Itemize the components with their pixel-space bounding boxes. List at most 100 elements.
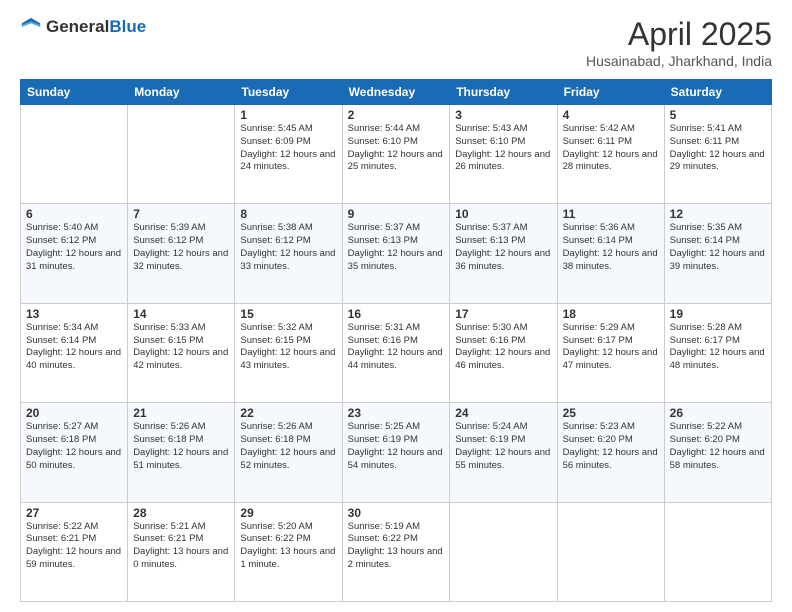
day-cell bbox=[450, 502, 557, 601]
col-header-thursday: Thursday bbox=[450, 80, 557, 105]
day-cell: 25Sunrise: 5:23 AM Sunset: 6:20 PM Dayli… bbox=[557, 403, 664, 502]
day-info: Sunrise: 5:38 AM Sunset: 6:12 PM Dayligh… bbox=[240, 222, 336, 273]
day-cell: 23Sunrise: 5:25 AM Sunset: 6:19 PM Dayli… bbox=[342, 403, 450, 502]
day-info: Sunrise: 5:30 AM Sunset: 6:16 PM Dayligh… bbox=[455, 322, 551, 373]
day-cell: 10Sunrise: 5:37 AM Sunset: 6:13 PM Dayli… bbox=[450, 204, 557, 303]
day-cell: 2Sunrise: 5:44 AM Sunset: 6:10 PM Daylig… bbox=[342, 105, 450, 204]
day-number: 8 bbox=[240, 207, 336, 221]
day-info: Sunrise: 5:31 AM Sunset: 6:16 PM Dayligh… bbox=[348, 322, 445, 373]
day-info: Sunrise: 5:20 AM Sunset: 6:22 PM Dayligh… bbox=[240, 521, 336, 572]
day-info: Sunrise: 5:41 AM Sunset: 6:11 PM Dayligh… bbox=[670, 123, 766, 174]
calendar-subtitle: Husainabad, Jharkhand, India bbox=[586, 53, 772, 69]
day-number: 6 bbox=[26, 207, 122, 221]
day-number: 12 bbox=[670, 207, 766, 221]
day-info: Sunrise: 5:34 AM Sunset: 6:14 PM Dayligh… bbox=[26, 322, 122, 373]
day-cell: 27Sunrise: 5:22 AM Sunset: 6:21 PM Dayli… bbox=[21, 502, 128, 601]
day-info: Sunrise: 5:22 AM Sunset: 6:20 PM Dayligh… bbox=[670, 421, 766, 472]
day-cell: 24Sunrise: 5:24 AM Sunset: 6:19 PM Dayli… bbox=[450, 403, 557, 502]
day-cell: 22Sunrise: 5:26 AM Sunset: 6:18 PM Dayli… bbox=[235, 403, 342, 502]
day-number: 21 bbox=[133, 406, 229, 420]
day-number: 29 bbox=[240, 506, 336, 520]
col-header-monday: Monday bbox=[128, 80, 235, 105]
calendar-title: April 2025 bbox=[586, 16, 772, 53]
day-cell: 6Sunrise: 5:40 AM Sunset: 6:12 PM Daylig… bbox=[21, 204, 128, 303]
day-number: 19 bbox=[670, 307, 766, 321]
day-number: 28 bbox=[133, 506, 229, 520]
day-number: 18 bbox=[563, 307, 659, 321]
day-number: 2 bbox=[348, 108, 445, 122]
day-cell: 9Sunrise: 5:37 AM Sunset: 6:13 PM Daylig… bbox=[342, 204, 450, 303]
day-info: Sunrise: 5:29 AM Sunset: 6:17 PM Dayligh… bbox=[563, 322, 659, 373]
day-info: Sunrise: 5:37 AM Sunset: 6:13 PM Dayligh… bbox=[348, 222, 445, 273]
day-info: Sunrise: 5:40 AM Sunset: 6:12 PM Dayligh… bbox=[26, 222, 122, 273]
day-number: 11 bbox=[563, 207, 659, 221]
day-number: 3 bbox=[455, 108, 551, 122]
logo-icon bbox=[20, 16, 42, 38]
week-row-3: 13Sunrise: 5:34 AM Sunset: 6:14 PM Dayli… bbox=[21, 303, 772, 402]
day-number: 23 bbox=[348, 406, 445, 420]
day-number: 26 bbox=[670, 406, 766, 420]
day-info: Sunrise: 5:24 AM Sunset: 6:19 PM Dayligh… bbox=[455, 421, 551, 472]
day-cell bbox=[664, 502, 771, 601]
header-row: SundayMondayTuesdayWednesdayThursdayFrid… bbox=[21, 80, 772, 105]
day-cell: 14Sunrise: 5:33 AM Sunset: 6:15 PM Dayli… bbox=[128, 303, 235, 402]
day-cell: 21Sunrise: 5:26 AM Sunset: 6:18 PM Dayli… bbox=[128, 403, 235, 502]
day-cell: 12Sunrise: 5:35 AM Sunset: 6:14 PM Dayli… bbox=[664, 204, 771, 303]
week-row-5: 27Sunrise: 5:22 AM Sunset: 6:21 PM Dayli… bbox=[21, 502, 772, 601]
logo-general: General bbox=[46, 17, 109, 36]
day-cell: 1Sunrise: 5:45 AM Sunset: 6:09 PM Daylig… bbox=[235, 105, 342, 204]
day-number: 15 bbox=[240, 307, 336, 321]
day-info: Sunrise: 5:42 AM Sunset: 6:11 PM Dayligh… bbox=[563, 123, 659, 174]
day-number: 14 bbox=[133, 307, 229, 321]
day-info: Sunrise: 5:26 AM Sunset: 6:18 PM Dayligh… bbox=[133, 421, 229, 472]
day-info: Sunrise: 5:22 AM Sunset: 6:21 PM Dayligh… bbox=[26, 521, 122, 572]
title-section: April 2025 Husainabad, Jharkhand, India bbox=[586, 16, 772, 69]
day-cell: 4Sunrise: 5:42 AM Sunset: 6:11 PM Daylig… bbox=[557, 105, 664, 204]
day-cell bbox=[21, 105, 128, 204]
day-cell: 20Sunrise: 5:27 AM Sunset: 6:18 PM Dayli… bbox=[21, 403, 128, 502]
day-cell: 5Sunrise: 5:41 AM Sunset: 6:11 PM Daylig… bbox=[664, 105, 771, 204]
day-info: Sunrise: 5:43 AM Sunset: 6:10 PM Dayligh… bbox=[455, 123, 551, 174]
week-row-2: 6Sunrise: 5:40 AM Sunset: 6:12 PM Daylig… bbox=[21, 204, 772, 303]
day-cell: 17Sunrise: 5:30 AM Sunset: 6:16 PM Dayli… bbox=[450, 303, 557, 402]
day-number: 1 bbox=[240, 108, 336, 122]
day-cell bbox=[128, 105, 235, 204]
day-number: 7 bbox=[133, 207, 229, 221]
day-info: Sunrise: 5:21 AM Sunset: 6:21 PM Dayligh… bbox=[133, 521, 229, 572]
day-cell: 30Sunrise: 5:19 AM Sunset: 6:22 PM Dayli… bbox=[342, 502, 450, 601]
day-cell: 19Sunrise: 5:28 AM Sunset: 6:17 PM Dayli… bbox=[664, 303, 771, 402]
day-number: 4 bbox=[563, 108, 659, 122]
week-row-4: 20Sunrise: 5:27 AM Sunset: 6:18 PM Dayli… bbox=[21, 403, 772, 502]
day-cell: 13Sunrise: 5:34 AM Sunset: 6:14 PM Dayli… bbox=[21, 303, 128, 402]
day-cell: 7Sunrise: 5:39 AM Sunset: 6:12 PM Daylig… bbox=[128, 204, 235, 303]
day-info: Sunrise: 5:27 AM Sunset: 6:18 PM Dayligh… bbox=[26, 421, 122, 472]
day-cell: 11Sunrise: 5:36 AM Sunset: 6:14 PM Dayli… bbox=[557, 204, 664, 303]
day-number: 10 bbox=[455, 207, 551, 221]
col-header-sunday: Sunday bbox=[21, 80, 128, 105]
day-info: Sunrise: 5:39 AM Sunset: 6:12 PM Dayligh… bbox=[133, 222, 229, 273]
day-number: 13 bbox=[26, 307, 122, 321]
day-number: 17 bbox=[455, 307, 551, 321]
day-info: Sunrise: 5:33 AM Sunset: 6:15 PM Dayligh… bbox=[133, 322, 229, 373]
day-info: Sunrise: 5:35 AM Sunset: 6:14 PM Dayligh… bbox=[670, 222, 766, 273]
day-number: 16 bbox=[348, 307, 445, 321]
day-cell: 3Sunrise: 5:43 AM Sunset: 6:10 PM Daylig… bbox=[450, 105, 557, 204]
day-cell: 29Sunrise: 5:20 AM Sunset: 6:22 PM Dayli… bbox=[235, 502, 342, 601]
day-cell: 8Sunrise: 5:38 AM Sunset: 6:12 PM Daylig… bbox=[235, 204, 342, 303]
day-info: Sunrise: 5:28 AM Sunset: 6:17 PM Dayligh… bbox=[670, 322, 766, 373]
logo-text: GeneralBlue bbox=[46, 17, 146, 37]
day-info: Sunrise: 5:32 AM Sunset: 6:15 PM Dayligh… bbox=[240, 322, 336, 373]
header: GeneralBlue April 2025 Husainabad, Jhark… bbox=[20, 16, 772, 69]
day-info: Sunrise: 5:26 AM Sunset: 6:18 PM Dayligh… bbox=[240, 421, 336, 472]
calendar-page: GeneralBlue April 2025 Husainabad, Jhark… bbox=[0, 0, 792, 612]
day-info: Sunrise: 5:36 AM Sunset: 6:14 PM Dayligh… bbox=[563, 222, 659, 273]
day-info: Sunrise: 5:23 AM Sunset: 6:20 PM Dayligh… bbox=[563, 421, 659, 472]
day-number: 20 bbox=[26, 406, 122, 420]
day-cell: 16Sunrise: 5:31 AM Sunset: 6:16 PM Dayli… bbox=[342, 303, 450, 402]
logo: GeneralBlue bbox=[20, 16, 146, 38]
col-header-tuesday: Tuesday bbox=[235, 80, 342, 105]
day-number: 22 bbox=[240, 406, 336, 420]
day-info: Sunrise: 5:44 AM Sunset: 6:10 PM Dayligh… bbox=[348, 123, 445, 174]
day-number: 5 bbox=[670, 108, 766, 122]
day-number: 24 bbox=[455, 406, 551, 420]
